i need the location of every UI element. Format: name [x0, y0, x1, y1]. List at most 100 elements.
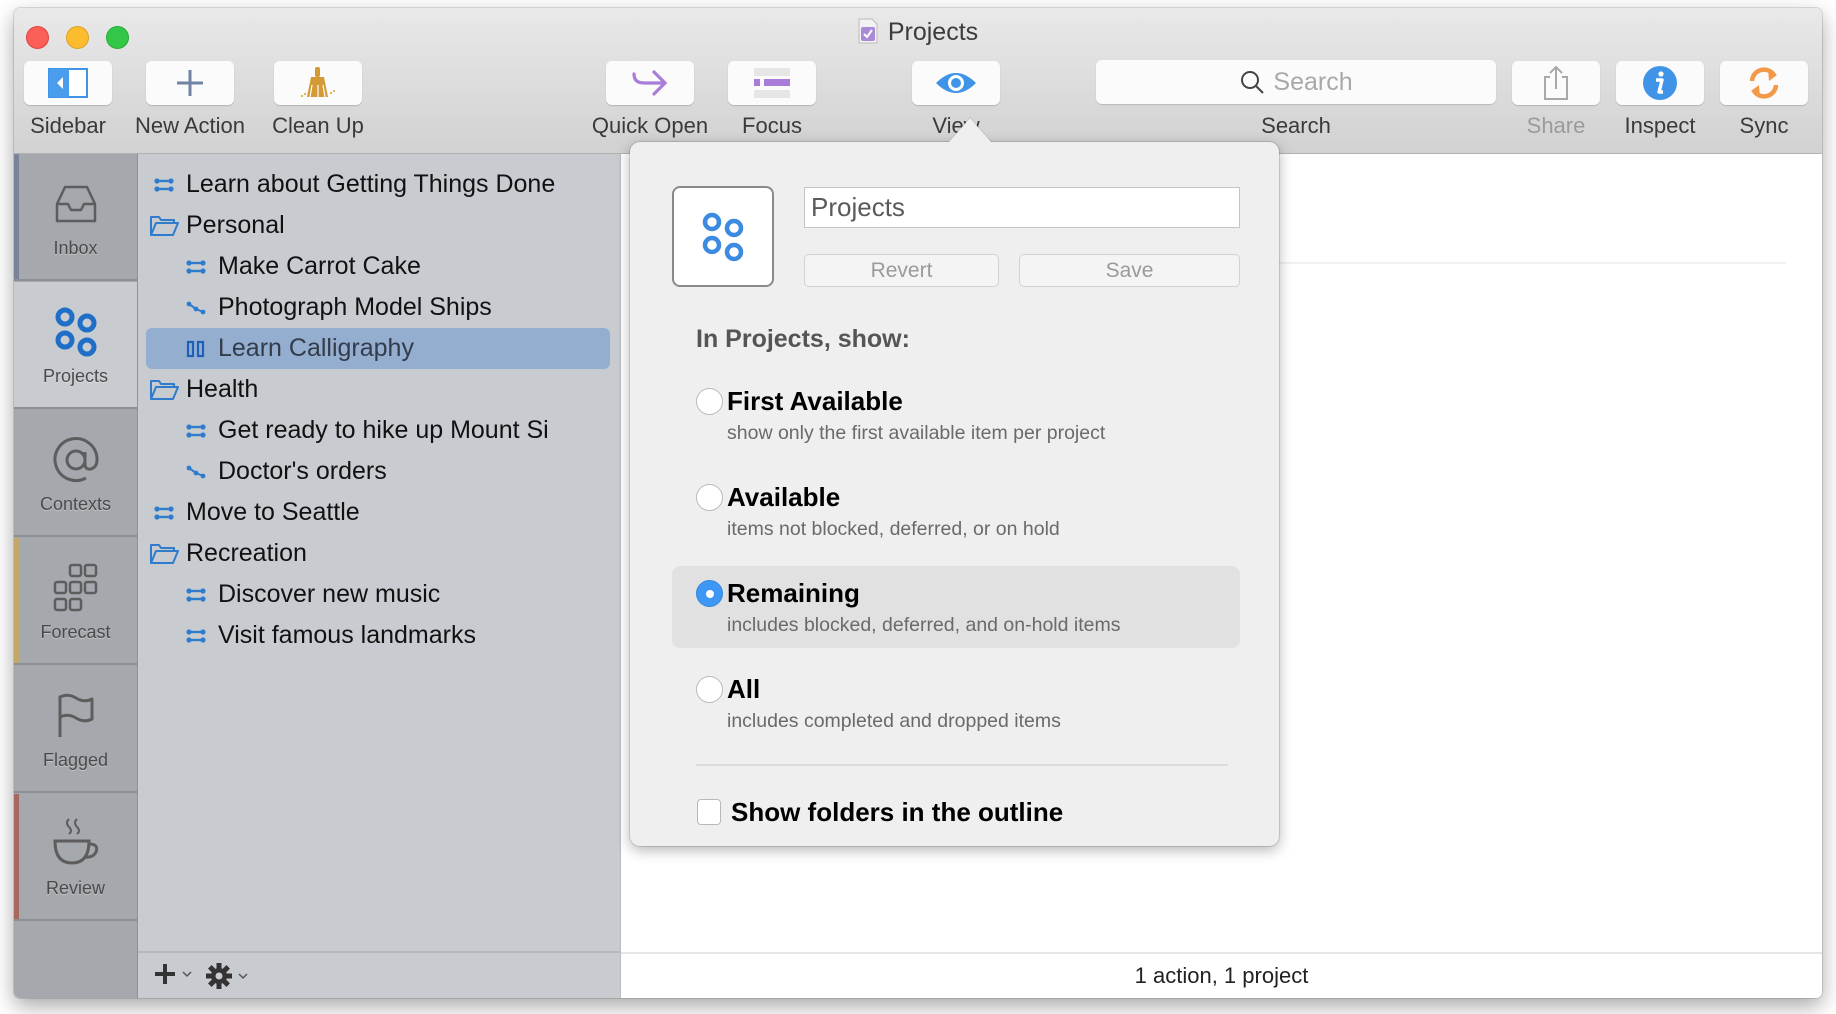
- new-action-label: New Action: [134, 113, 246, 138]
- coffee-cup-icon: [52, 818, 98, 865]
- sequential-project-icon: [186, 465, 206, 478]
- outline-project-row[interactable]: Doctor's orders: [138, 451, 620, 492]
- view-button[interactable]: [912, 61, 1000, 105]
- arrow-icon: [632, 70, 668, 96]
- option-description: show only the first available item per p…: [727, 422, 1106, 444]
- row-icon: [180, 628, 212, 644]
- outline-project-row[interactable]: Visit famous landmarks: [138, 615, 620, 656]
- row-icon: [148, 543, 180, 565]
- window-title: Projects: [14, 18, 1822, 47]
- perspective-tab-inbox[interactable]: Inbox: [14, 154, 137, 281]
- perspective-tab-flagged[interactable]: Flagged: [14, 666, 137, 793]
- outline-project-row[interactable]: Make Carrot Cake: [138, 246, 620, 287]
- broom-icon: [301, 67, 335, 98]
- inspect-label: Inspect: [1624, 113, 1696, 138]
- share-icon: [1544, 65, 1568, 100]
- clean-up-button[interactable]: [274, 61, 362, 105]
- option-title: All: [727, 674, 761, 704]
- search-placeholder: Search: [1273, 67, 1353, 96]
- row-label: Personal: [186, 211, 285, 239]
- row-label: Health: [186, 375, 259, 403]
- outline-project-row[interactable]: Discover new music: [138, 574, 620, 615]
- option-first-available[interactable]: First Available show only the first avai…: [672, 374, 1240, 456]
- outline-project-row[interactable]: Learn about Getting Things Done: [138, 164, 620, 205]
- search-label: Search: [1261, 113, 1331, 138]
- sidebar-toggle-button[interactable]: [24, 61, 112, 105]
- sync-label: Sync: [1739, 113, 1789, 138]
- option-all[interactable]: All includes completed and dropped items: [672, 662, 1240, 744]
- outline-project-row[interactable]: Photograph Model Ships: [138, 287, 620, 328]
- radio-remaining[interactable]: [696, 580, 723, 607]
- inspect-button[interactable]: [1616, 61, 1704, 105]
- popover-divider: [696, 764, 1228, 766]
- quick-open-button[interactable]: [606, 61, 694, 105]
- show-options-heading: In Projects, show:: [696, 325, 910, 353]
- option-title: First Available: [727, 386, 903, 416]
- outline-folder-row[interactable]: Health: [138, 369, 620, 410]
- outline-project-row[interactable]: Learn Calligraphy: [138, 328, 620, 369]
- perspective-icon-well[interactable]: [672, 186, 774, 287]
- perspective-tab-forecast[interactable]: Forecast: [14, 538, 137, 665]
- option-title: Available: [727, 482, 841, 512]
- parallel-project-icon: [186, 423, 206, 438]
- show-folders-label[interactable]: Show folders in the outline: [731, 797, 1063, 828]
- clean-up-label: Clean Up: [272, 113, 364, 138]
- option-available[interactable]: Available items not blocked, deferred, o…: [672, 470, 1240, 552]
- sync-button[interactable]: [1720, 61, 1808, 105]
- perspective-label: Review: [45, 878, 106, 898]
- perspective-tab-contexts[interactable]: Contexts: [14, 410, 137, 537]
- folder-icon: [150, 543, 179, 564]
- outline-footer: [138, 951, 620, 998]
- outline-project-row[interactable]: Move to Seattle: [138, 492, 620, 533]
- info-icon: [1643, 66, 1677, 100]
- option-description: includes completed and dropped items: [727, 710, 1061, 732]
- forecast-icon: [53, 563, 97, 612]
- at-icon: [53, 437, 99, 483]
- radio-available[interactable]: [696, 484, 723, 511]
- outline-project-row[interactable]: Get ready to hike up Mount Si: [138, 410, 620, 451]
- row-icon: [180, 587, 212, 603]
- focus-button[interactable]: [728, 61, 816, 105]
- perspective-label: Inbox: [53, 238, 98, 258]
- revert-button[interactable]: Revert: [804, 254, 999, 287]
- project-outline: Learn about Getting Things Done Personal M…: [138, 154, 621, 998]
- outline-folder-row[interactable]: Personal: [138, 205, 620, 246]
- new-action-button[interactable]: [146, 61, 234, 105]
- toolbar: Projects Sidebar New Action Clean Up Qui…: [14, 8, 1822, 154]
- row-label: Photograph Model Ships: [218, 293, 492, 321]
- show-folders-checkbox[interactable]: [697, 799, 721, 825]
- row-icon: [148, 379, 180, 401]
- folder-icon: [150, 215, 179, 236]
- perspective-tab-review[interactable]: Review: [14, 794, 137, 921]
- parallel-project-icon: [186, 259, 206, 274]
- option-title: Remaining: [727, 578, 860, 608]
- radio-all[interactable]: [696, 676, 723, 703]
- outline-folder-row[interactable]: Recreation: [138, 533, 620, 574]
- search-input[interactable]: Search: [1096, 60, 1496, 104]
- option-remaining[interactable]: Remaining includes blocked, deferred, an…: [672, 566, 1240, 648]
- perspective-name-field[interactable]: [804, 187, 1240, 228]
- window-title-text: Projects: [887, 18, 979, 46]
- settings-menu-button[interactable]: [206, 963, 250, 989]
- perspective-label: Flagged: [42, 750, 109, 770]
- search-icon: [1241, 71, 1265, 94]
- perspective-bar: Inbox Projects Contexts Forecast Flagged…: [14, 154, 138, 998]
- plus-icon: [155, 964, 175, 984]
- inbox-icon: [55, 185, 96, 223]
- row-icon: [180, 464, 212, 480]
- row-icon: [148, 215, 180, 237]
- save-button[interactable]: Save: [1019, 254, 1240, 287]
- row-label: Learn about Getting Things Done: [186, 170, 556, 198]
- sidebar-label: Sidebar: [30, 113, 106, 138]
- perspective-tab-projects[interactable]: Projects: [14, 282, 137, 409]
- add-menu-button[interactable]: [154, 963, 194, 985]
- row-label: Doctor's orders: [218, 457, 387, 485]
- row-label: Make Carrot Cake: [218, 252, 421, 280]
- focus-list-icon: [754, 68, 790, 98]
- share-button[interactable]: [1512, 61, 1600, 105]
- row-label: Discover new music: [218, 580, 441, 608]
- parallel-project-icon: [186, 628, 206, 643]
- option-description: items not blocked, deferred, or on hold: [727, 518, 1060, 540]
- radio-first-available[interactable]: [696, 388, 723, 415]
- app-window: Projects Sidebar New Action Clean Up Qui…: [14, 8, 1822, 998]
